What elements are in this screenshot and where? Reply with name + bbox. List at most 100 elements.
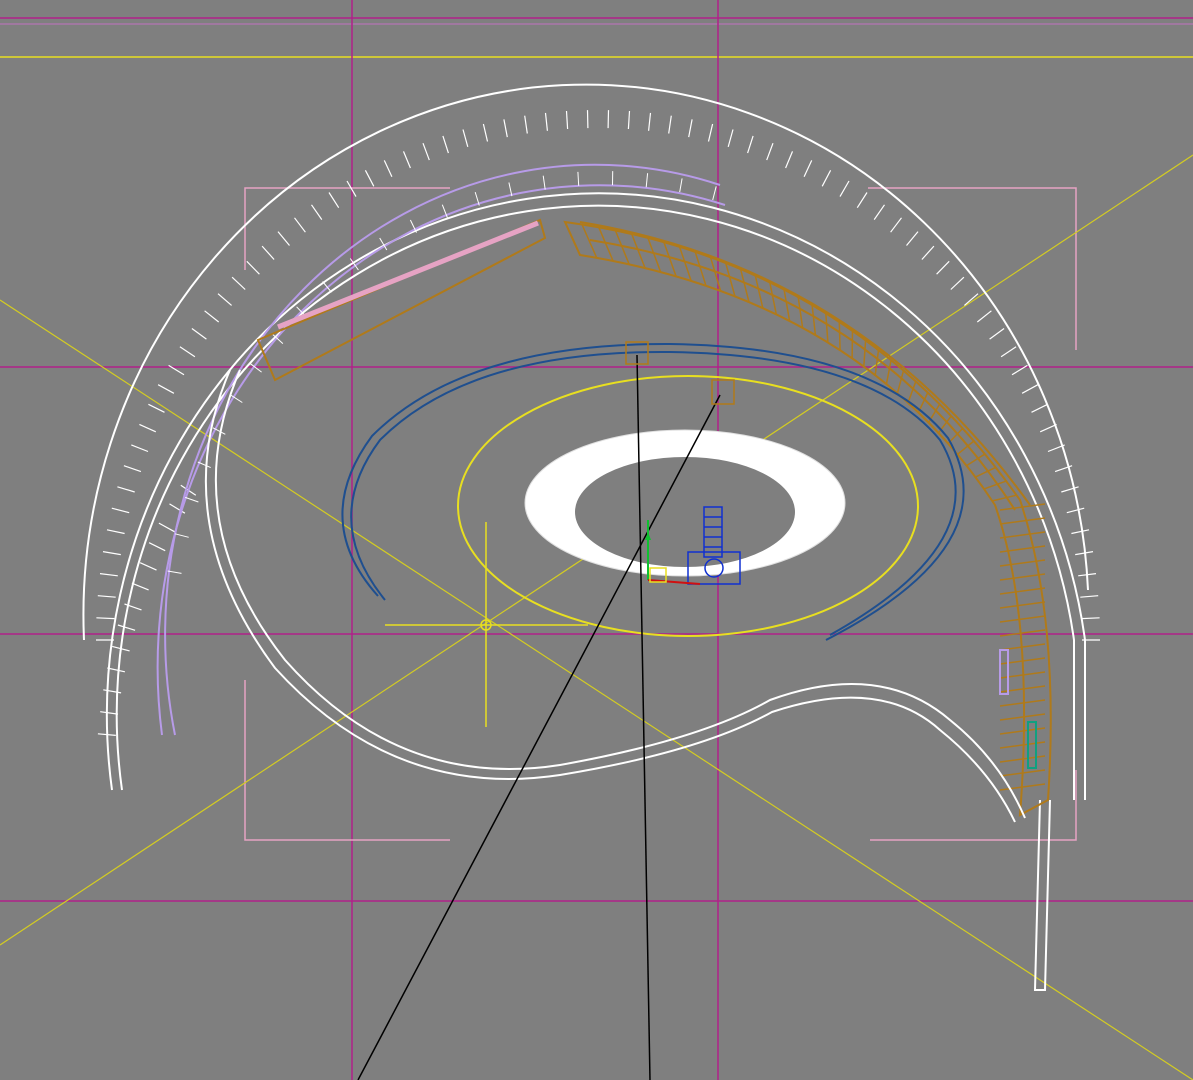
- wire-segment: [766, 142, 774, 161]
- wire-segment: [544, 112, 548, 131]
- wire-segment: [294, 217, 306, 233]
- central-ring[interactable]: [524, 429, 846, 577]
- wire-segment: [139, 562, 157, 571]
- wire-segment: [1031, 403, 1048, 413]
- wire-segment: [707, 123, 714, 142]
- outer-wall-tiles: [96, 110, 1100, 736]
- wire-segment: [1066, 507, 1085, 514]
- wireframe-scene[interactable]: [0, 0, 1193, 1080]
- wire-segment: [874, 350, 880, 376]
- wire-segment: [709, 256, 722, 292]
- wire-segment: [1021, 384, 1039, 394]
- wire-segment: [185, 496, 199, 503]
- wire-segment: [364, 170, 375, 187]
- wire-segment: [999, 713, 1046, 721]
- wire-segment: [999, 601, 1046, 609]
- wire-segment: [97, 595, 116, 598]
- wire-segment: [999, 741, 1046, 749]
- wire-segment: [383, 160, 393, 177]
- wire-segment: [999, 615, 1046, 623]
- wire-segment: [999, 699, 1046, 707]
- wire-segment: [727, 129, 734, 148]
- wire-segment: [999, 587, 1046, 595]
- wire-segment: [246, 260, 260, 275]
- wire-segment: [694, 251, 707, 287]
- wire-segment: [131, 582, 149, 591]
- wire-segment: [999, 727, 1046, 735]
- wire-segment: [999, 629, 1046, 637]
- wire-segment: [724, 262, 736, 297]
- wire-segment: [123, 465, 142, 473]
- wire-segment: [139, 423, 157, 433]
- wire-segment: [839, 180, 850, 197]
- wire-segment: [906, 231, 919, 246]
- wire-segment: [648, 112, 652, 131]
- wire-segment: [668, 115, 672, 134]
- wire-segment: [117, 624, 136, 631]
- wire-segment: [157, 384, 175, 394]
- wire-segment: [739, 268, 750, 303]
- wire-segment: [542, 175, 546, 190]
- wire-segment: [179, 346, 196, 358]
- wire-segment: [174, 533, 189, 538]
- wire-segment: [688, 119, 693, 138]
- wire-segment: [747, 135, 754, 154]
- wire-segment: [1039, 423, 1057, 433]
- wire-segment: [462, 129, 469, 148]
- wire-segment: [277, 231, 290, 246]
- wire-segment: [311, 204, 323, 220]
- wire-segment: [328, 192, 340, 209]
- light-direction-lines: [0, 154, 1193, 1080]
- wire-segment: [148, 542, 166, 552]
- wire-segment: [921, 245, 935, 260]
- wire-segment: [1071, 529, 1090, 535]
- viewport-3d[interactable]: [0, 0, 1193, 1080]
- wire-segment: [885, 360, 892, 385]
- wire-segment: [102, 551, 121, 556]
- wire-segment: [838, 321, 841, 351]
- wire-segment: [964, 293, 979, 306]
- wire-segment: [577, 171, 580, 186]
- wire-segment: [482, 123, 489, 142]
- light-crosshair-icon[interactable]: [385, 522, 588, 727]
- wire-segment: [261, 245, 275, 260]
- wire-segment: [999, 517, 1046, 525]
- wire-segment: [158, 522, 175, 533]
- wire-segment: [976, 310, 992, 323]
- wire-segment: [896, 370, 905, 394]
- wire-segment: [97, 733, 116, 736]
- wire-segment: [679, 178, 683, 193]
- wire-segment: [508, 182, 513, 197]
- wire-segment: [564, 221, 581, 256]
- wire-segment: [96, 617, 115, 620]
- wire-segment: [950, 276, 965, 290]
- wire-segment: [117, 486, 135, 493]
- wire-segment: [231, 276, 246, 290]
- wire-segment: [204, 310, 220, 323]
- wire-segment: [890, 217, 902, 233]
- wire-segment: [99, 573, 118, 577]
- wire-segment: [191, 328, 207, 340]
- wire-segment: [856, 192, 868, 209]
- wire-segment: [645, 173, 649, 188]
- wire-segment: [100, 711, 119, 715]
- wire-segment: [422, 142, 430, 161]
- wire-segment: [627, 110, 631, 130]
- wire-segment: [999, 559, 1046, 567]
- wire-segment: [936, 260, 950, 275]
- wire-segment: [754, 275, 764, 309]
- wire-segment: [1080, 595, 1099, 598]
- wire-segment: [803, 160, 813, 177]
- purple-object[interactable]: [999, 649, 1009, 695]
- wire-segment: [107, 667, 126, 673]
- wire-segment: [131, 444, 149, 453]
- wire-segment: [197, 461, 211, 469]
- wire-segment: [785, 151, 794, 169]
- wire-segment: [769, 282, 778, 315]
- wire-segment: [442, 135, 449, 154]
- wire-segment: [999, 685, 1046, 693]
- wire-segment: [797, 296, 804, 329]
- wire-segment: [999, 531, 1046, 539]
- wire-segment: [783, 289, 791, 322]
- wire-segment: [1061, 486, 1079, 493]
